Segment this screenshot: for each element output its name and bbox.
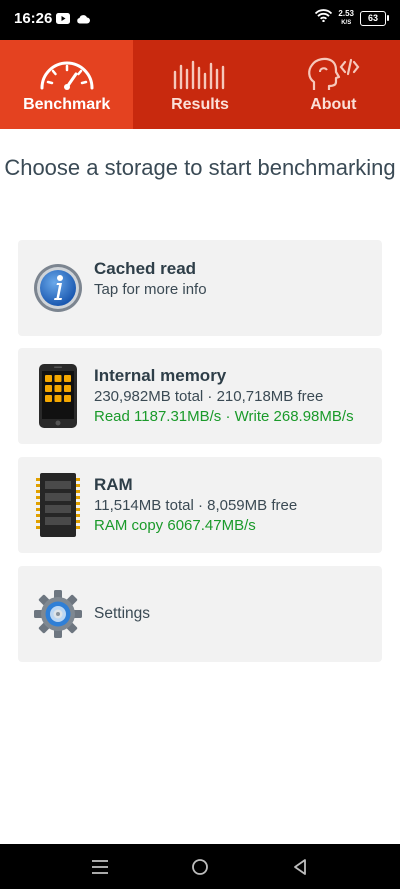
ram-detail: 11,514MB total · 8,059MB free (94, 497, 298, 514)
ram-card[interactable]: RAM 11,514MB total · 8,059MB free RAM co… (18, 457, 382, 553)
internal-memory-title: Internal memory (94, 366, 227, 385)
tab-benchmark[interactable]: Benchmark (0, 40, 134, 129)
cached-read-subtitle: Tap for more info (94, 281, 207, 298)
cached-read-card[interactable]: Cached read Tap for more info (18, 240, 382, 336)
wifi-icon (315, 9, 333, 27)
internal-memory-detail: 230,982MB total · 210,718MB free (94, 388, 324, 405)
tab-results[interactable]: Results (133, 40, 266, 129)
back-nav-button[interactable] (288, 856, 312, 878)
home-circle-icon (192, 859, 208, 875)
battery-level: 63 (367, 13, 378, 23)
battery-icon: 63 (360, 10, 389, 26)
phone-icon (32, 364, 84, 428)
back-triangle-icon (294, 859, 306, 875)
tab-results-label: Results (171, 96, 229, 113)
gear-icon (32, 588, 84, 640)
tab-about[interactable]: About (267, 40, 400, 129)
bars-chart-icon (171, 56, 229, 92)
ram-title: RAM (94, 475, 133, 494)
ram-speed: RAM copy 6067.47MB/s (94, 517, 256, 534)
cached-read-title: Cached read (94, 259, 197, 278)
page-heading: Choose a storage to start benchmarking (4, 155, 396, 180)
status-bar: 16:26 2.53 K/S 63 (0, 0, 400, 40)
navigation-bar (0, 844, 400, 889)
speedometer-icon (38, 56, 96, 92)
internal-memory-speed: Read 1187.31MB/s · Write 268.98MB/s (94, 408, 354, 425)
network-speed: 2.53 K/S (338, 8, 354, 27)
settings-card[interactable]: Settings (18, 566, 382, 662)
home-nav-button[interactable] (188, 856, 212, 878)
network-speed-value: 2.53 (338, 8, 354, 18)
youtube-icon (56, 11, 70, 29)
menu-icon (92, 860, 108, 874)
status-time: 16:26 (14, 10, 53, 27)
settings-label: Settings (94, 605, 151, 622)
network-speed-unit: K/S (341, 19, 352, 26)
tab-about-label: About (310, 96, 357, 113)
info-icon (32, 262, 84, 314)
cloud-icon (76, 11, 90, 29)
menu-nav-button[interactable] (88, 856, 112, 878)
tab-benchmark-label: Benchmark (23, 96, 111, 113)
ram-chip-icon (32, 473, 84, 537)
tab-bar: Benchmark Results About (0, 40, 400, 129)
internal-memory-card[interactable]: Internal memory 230,982MB total · 210,71… (18, 348, 382, 444)
head-code-icon (304, 56, 362, 92)
